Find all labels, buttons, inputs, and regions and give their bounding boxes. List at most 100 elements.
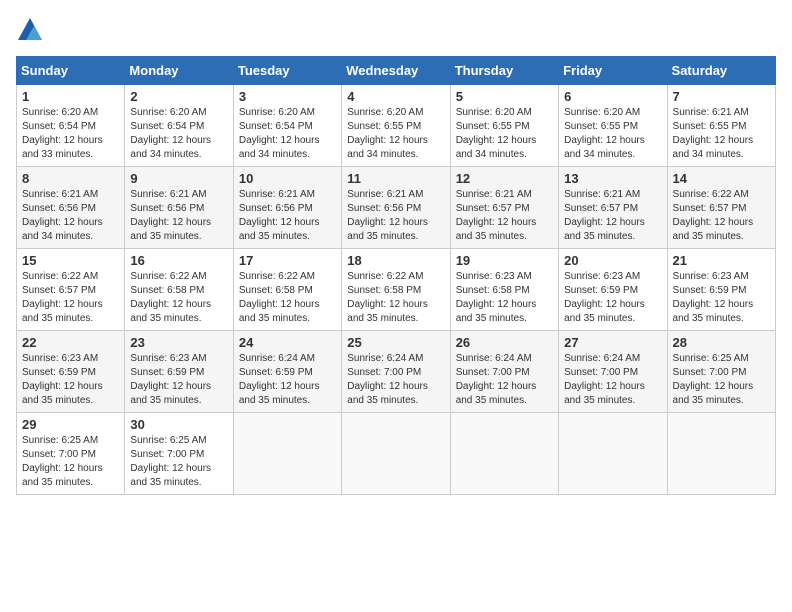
sunrise-label: Sunrise: 6:22 AM xyxy=(673,189,749,200)
day-number: 24 xyxy=(239,335,336,350)
day-info: Sunrise: 6:21 AM Sunset: 6:56 PM Dayligh… xyxy=(22,188,119,244)
sunrise-label: Sunrise: 6:21 AM xyxy=(239,189,315,200)
calendar-cell: 8 Sunrise: 6:21 AM Sunset: 6:56 PM Dayli… xyxy=(17,167,125,249)
day-number: 15 xyxy=(22,253,119,268)
sunrise-label: Sunrise: 6:24 AM xyxy=(239,353,315,364)
calendar-table: SundayMondayTuesdayWednesdayThursdayFrid… xyxy=(16,56,776,495)
day-info: Sunrise: 6:20 AM Sunset: 6:54 PM Dayligh… xyxy=(22,106,119,162)
sunset-label: Sunset: 7:00 PM xyxy=(347,367,421,378)
day-number: 29 xyxy=(22,417,119,432)
calendar-week-row: 15 Sunrise: 6:22 AM Sunset: 6:57 PM Dayl… xyxy=(17,249,776,331)
sunrise-label: Sunrise: 6:20 AM xyxy=(22,107,98,118)
calendar-cell: 2 Sunrise: 6:20 AM Sunset: 6:54 PM Dayli… xyxy=(125,85,233,167)
sunset-label: Sunset: 6:59 PM xyxy=(22,367,96,378)
daylight-label: Daylight: 12 hours and 35 minutes. xyxy=(130,299,211,324)
day-number: 2 xyxy=(130,89,227,104)
daylight-label: Daylight: 12 hours and 35 minutes. xyxy=(239,299,320,324)
day-info: Sunrise: 6:25 AM Sunset: 7:00 PM Dayligh… xyxy=(22,434,119,490)
calendar-cell: 22 Sunrise: 6:23 AM Sunset: 6:59 PM Dayl… xyxy=(17,331,125,413)
calendar-cell: 19 Sunrise: 6:23 AM Sunset: 6:58 PM Dayl… xyxy=(450,249,558,331)
calendar-cell: 23 Sunrise: 6:23 AM Sunset: 6:59 PM Dayl… xyxy=(125,331,233,413)
day-number: 5 xyxy=(456,89,553,104)
calendar-cell: 3 Sunrise: 6:20 AM Sunset: 6:54 PM Dayli… xyxy=(233,85,341,167)
day-info: Sunrise: 6:24 AM Sunset: 7:00 PM Dayligh… xyxy=(456,352,553,408)
sunset-label: Sunset: 6:58 PM xyxy=(239,285,313,296)
calendar-cell: 7 Sunrise: 6:21 AM Sunset: 6:55 PM Dayli… xyxy=(667,85,775,167)
day-info: Sunrise: 6:24 AM Sunset: 7:00 PM Dayligh… xyxy=(564,352,661,408)
day-number: 19 xyxy=(456,253,553,268)
day-info: Sunrise: 6:21 AM Sunset: 6:56 PM Dayligh… xyxy=(347,188,444,244)
calendar-cell xyxy=(667,413,775,495)
calendar-week-row: 22 Sunrise: 6:23 AM Sunset: 6:59 PM Dayl… xyxy=(17,331,776,413)
sunrise-label: Sunrise: 6:23 AM xyxy=(130,353,206,364)
day-number: 23 xyxy=(130,335,227,350)
day-info: Sunrise: 6:22 AM Sunset: 6:58 PM Dayligh… xyxy=(347,270,444,326)
daylight-label: Daylight: 12 hours and 35 minutes. xyxy=(673,381,754,406)
day-info: Sunrise: 6:23 AM Sunset: 6:59 PM Dayligh… xyxy=(22,352,119,408)
calendar-cell: 17 Sunrise: 6:22 AM Sunset: 6:58 PM Dayl… xyxy=(233,249,341,331)
day-number: 22 xyxy=(22,335,119,350)
day-info: Sunrise: 6:23 AM Sunset: 6:58 PM Dayligh… xyxy=(456,270,553,326)
calendar-week-row: 29 Sunrise: 6:25 AM Sunset: 7:00 PM Dayl… xyxy=(17,413,776,495)
sunset-label: Sunset: 6:59 PM xyxy=(130,367,204,378)
day-number: 26 xyxy=(456,335,553,350)
day-number: 21 xyxy=(673,253,770,268)
calendar-cell: 18 Sunrise: 6:22 AM Sunset: 6:58 PM Dayl… xyxy=(342,249,450,331)
sunset-label: Sunset: 6:56 PM xyxy=(130,203,204,214)
daylight-label: Daylight: 12 hours and 34 minutes. xyxy=(564,135,645,160)
daylight-label: Daylight: 12 hours and 35 minutes. xyxy=(347,217,428,242)
daylight-label: Daylight: 12 hours and 35 minutes. xyxy=(130,381,211,406)
day-number: 28 xyxy=(673,335,770,350)
day-number: 14 xyxy=(673,171,770,186)
weekday-header: Monday xyxy=(125,57,233,85)
sunset-label: Sunset: 6:58 PM xyxy=(347,285,421,296)
sunset-label: Sunset: 6:54 PM xyxy=(239,121,313,132)
daylight-label: Daylight: 12 hours and 35 minutes. xyxy=(239,217,320,242)
daylight-label: Daylight: 12 hours and 35 minutes. xyxy=(239,381,320,406)
calendar-cell: 26 Sunrise: 6:24 AM Sunset: 7:00 PM Dayl… xyxy=(450,331,558,413)
calendar-cell: 14 Sunrise: 6:22 AM Sunset: 6:57 PM Dayl… xyxy=(667,167,775,249)
sunset-label: Sunset: 6:56 PM xyxy=(239,203,313,214)
sunset-label: Sunset: 6:57 PM xyxy=(456,203,530,214)
sunset-label: Sunset: 7:00 PM xyxy=(22,449,96,460)
day-info: Sunrise: 6:20 AM Sunset: 6:54 PM Dayligh… xyxy=(130,106,227,162)
sunrise-label: Sunrise: 6:24 AM xyxy=(564,353,640,364)
sunset-label: Sunset: 7:00 PM xyxy=(564,367,638,378)
sunrise-label: Sunrise: 6:20 AM xyxy=(347,107,423,118)
daylight-label: Daylight: 12 hours and 35 minutes. xyxy=(130,217,211,242)
daylight-label: Daylight: 12 hours and 34 minutes. xyxy=(456,135,537,160)
sunset-label: Sunset: 6:55 PM xyxy=(456,121,530,132)
day-number: 4 xyxy=(347,89,444,104)
sunset-label: Sunset: 6:56 PM xyxy=(22,203,96,214)
sunset-label: Sunset: 6:57 PM xyxy=(564,203,638,214)
calendar-cell: 6 Sunrise: 6:20 AM Sunset: 6:55 PM Dayli… xyxy=(559,85,667,167)
calendar-cell xyxy=(559,413,667,495)
day-info: Sunrise: 6:24 AM Sunset: 7:00 PM Dayligh… xyxy=(347,352,444,408)
day-number: 20 xyxy=(564,253,661,268)
daylight-label: Daylight: 12 hours and 35 minutes. xyxy=(347,381,428,406)
calendar-cell: 1 Sunrise: 6:20 AM Sunset: 6:54 PM Dayli… xyxy=(17,85,125,167)
day-info: Sunrise: 6:23 AM Sunset: 6:59 PM Dayligh… xyxy=(673,270,770,326)
sunrise-label: Sunrise: 6:21 AM xyxy=(347,189,423,200)
daylight-label: Daylight: 12 hours and 35 minutes. xyxy=(22,463,103,488)
weekday-header-row: SundayMondayTuesdayWednesdayThursdayFrid… xyxy=(17,57,776,85)
day-number: 7 xyxy=(673,89,770,104)
day-number: 9 xyxy=(130,171,227,186)
calendar-cell: 28 Sunrise: 6:25 AM Sunset: 7:00 PM Dayl… xyxy=(667,331,775,413)
weekday-header: Friday xyxy=(559,57,667,85)
daylight-label: Daylight: 12 hours and 34 minutes. xyxy=(130,135,211,160)
calendar-cell: 25 Sunrise: 6:24 AM Sunset: 7:00 PM Dayl… xyxy=(342,331,450,413)
sunset-label: Sunset: 6:55 PM xyxy=(673,121,747,132)
daylight-label: Daylight: 12 hours and 35 minutes. xyxy=(564,381,645,406)
calendar-cell: 20 Sunrise: 6:23 AM Sunset: 6:59 PM Dayl… xyxy=(559,249,667,331)
sunset-label: Sunset: 6:58 PM xyxy=(456,285,530,296)
sunset-label: Sunset: 6:59 PM xyxy=(673,285,747,296)
day-info: Sunrise: 6:24 AM Sunset: 6:59 PM Dayligh… xyxy=(239,352,336,408)
calendar-cell: 10 Sunrise: 6:21 AM Sunset: 6:56 PM Dayl… xyxy=(233,167,341,249)
day-info: Sunrise: 6:23 AM Sunset: 6:59 PM Dayligh… xyxy=(564,270,661,326)
sunrise-label: Sunrise: 6:23 AM xyxy=(456,271,532,282)
sunrise-label: Sunrise: 6:21 AM xyxy=(564,189,640,200)
sunrise-label: Sunrise: 6:21 AM xyxy=(673,107,749,118)
day-number: 27 xyxy=(564,335,661,350)
sunrise-label: Sunrise: 6:22 AM xyxy=(130,271,206,282)
